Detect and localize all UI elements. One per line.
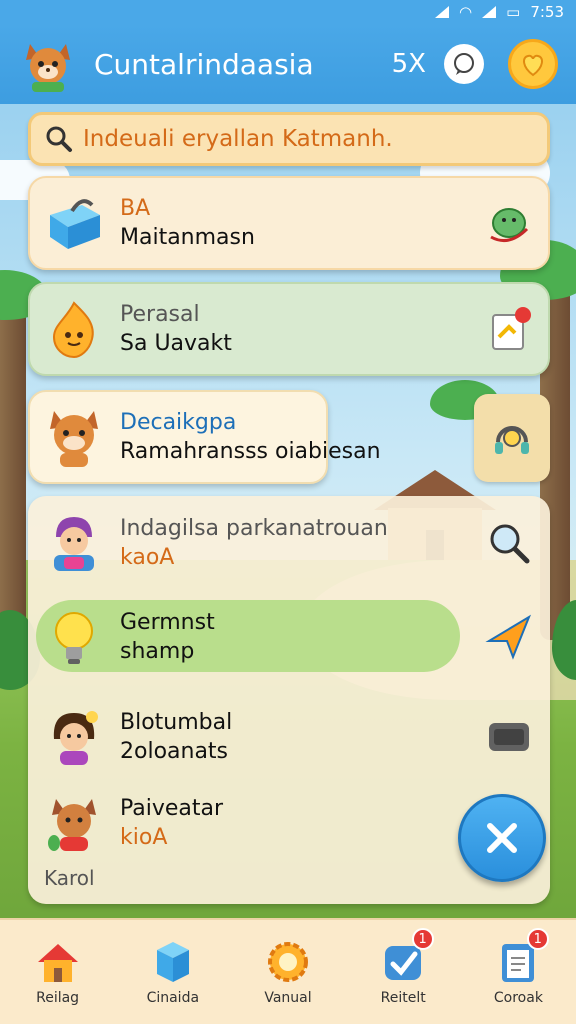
list-item-selected[interactable]: Germnst shamp: [28, 592, 550, 682]
list-item[interactable]: Decaikgpa Ramahransss oiabiesan: [28, 392, 550, 482]
paper-plane-icon[interactable]: [484, 612, 534, 662]
profile-button[interactable]: [508, 39, 558, 89]
nav-label: Reitelt: [380, 990, 426, 1006]
item-title: Indagilsa parkanatrouan: [120, 516, 388, 541]
orange-flame-icon: [42, 297, 106, 361]
nav-home[interactable]: Reilag: [0, 920, 115, 1024]
search-icon: [46, 126, 72, 152]
cat-logo-icon[interactable]: [18, 34, 78, 94]
item-title: Decaikgpa: [120, 410, 237, 435]
bottom-navigation: Reilag Cinaida Vanual Reitelt 1 Coroak 1: [0, 918, 576, 1024]
list-item[interactable]: BA Maitanmasn: [28, 178, 550, 268]
search-bar[interactable]: Indeuali eryallan Katmanh.: [28, 112, 550, 166]
notification-badge: 1: [526, 928, 549, 950]
app-title: Cuntalrindaasia: [94, 47, 314, 81]
app-bar: Cuntalrindaasia 5X: [0, 24, 576, 104]
counter-label: 5X: [391, 49, 426, 79]
list-item[interactable]: Blotumbal 2oloanats: [28, 692, 550, 782]
nav-gear[interactable]: Vanual: [230, 920, 345, 1024]
notification-badge: 1: [411, 928, 434, 950]
kid-avatar-icon: [42, 511, 106, 575]
nav-label: Reilag: [36, 990, 80, 1006]
sticker-note-icon[interactable]: [484, 304, 534, 354]
keyboard-icon[interactable]: [484, 712, 534, 762]
battery-icon: ▭: [506, 3, 521, 21]
search-text: Indeuali eryallan Katmanh.: [83, 126, 393, 152]
chat-bubble-icon: [454, 53, 474, 75]
signal-icon: [482, 6, 497, 18]
chat-button[interactable]: [444, 44, 484, 84]
nav-label: Coroak: [493, 990, 543, 1006]
item-subtitle: Maitanmasn: [120, 225, 255, 250]
signal-icon: [435, 6, 450, 18]
fox-avatar-icon: [42, 791, 106, 855]
list-item[interactable]: Indagilsa parkanatrouan kaoA: [28, 498, 550, 588]
magnifier-icon[interactable]: [484, 518, 534, 568]
item-title: Paiveatar: [120, 796, 224, 821]
item-title: Germnst: [120, 610, 215, 635]
status-bar: ◠ ▭ 7:53: [0, 0, 576, 24]
item-title: BA: [120, 196, 151, 221]
nav-check[interactable]: Reitelt 1: [346, 920, 461, 1024]
status-time: 7:53: [530, 3, 564, 21]
home-icon: [34, 938, 82, 986]
nav-cube[interactable]: Cinaida: [115, 920, 230, 1024]
nav-label: Vanual: [264, 990, 312, 1006]
blue-box-icon: [42, 191, 106, 255]
item-title: Blotumbal: [120, 710, 233, 735]
list-item[interactable]: Perasal Sa Uavakt: [28, 284, 550, 374]
cube-icon: [149, 938, 197, 986]
close-fab-button[interactable]: [458, 794, 546, 882]
green-alien-icon[interactable]: [484, 198, 534, 248]
item-subtitle: 2oloanats: [120, 739, 229, 764]
nav-label: Cinaida: [146, 990, 200, 1006]
girl-avatar-icon: [42, 705, 106, 769]
gear-badge-icon: [264, 938, 312, 986]
item-subtitle: kioA: [120, 825, 168, 850]
heart-face-icon: [523, 54, 543, 77]
item-subtitle: Sa Uavakt: [120, 331, 232, 356]
item-subtitle: shamp: [120, 639, 195, 664]
item-subtitle: Ramahransss oiabiesan: [120, 439, 381, 464]
item-title: Perasal: [120, 302, 200, 327]
cat-mascot-icon: [42, 405, 106, 469]
wifi-icon: ◠: [459, 3, 473, 21]
close-icon: [487, 823, 517, 853]
item-subtitle: kaoA: [120, 545, 175, 570]
nav-clipboard[interactable]: Coroak 1: [461, 920, 576, 1024]
list-footer-label: Karol: [44, 866, 95, 890]
lightbulb-icon: [42, 605, 106, 669]
